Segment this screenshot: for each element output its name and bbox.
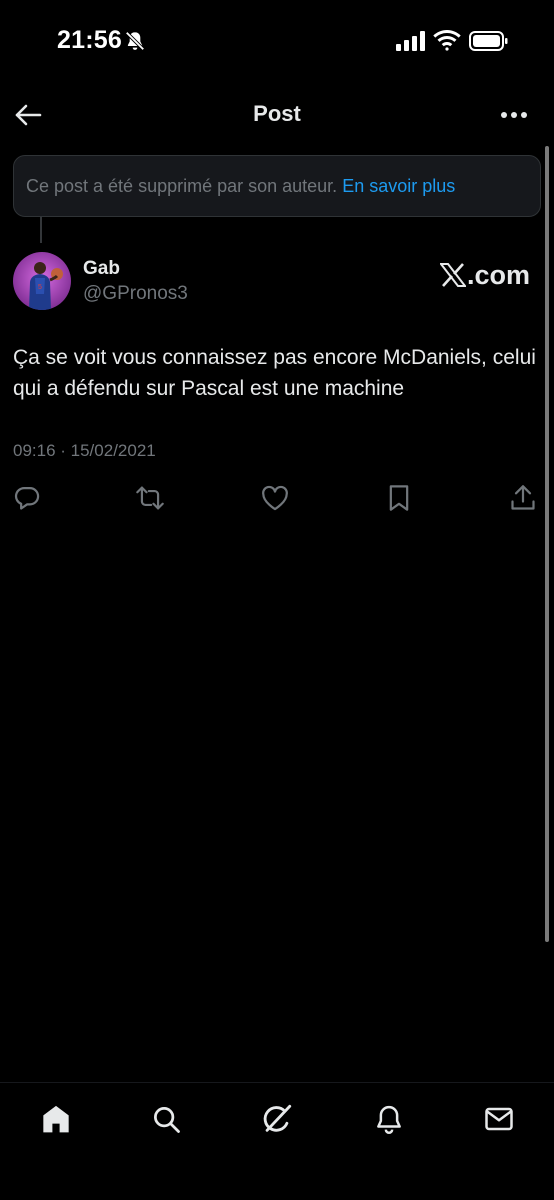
page-title: Post: [253, 101, 301, 126]
avatar[interactable]: 5: [13, 252, 71, 310]
signal-icon: [396, 31, 425, 51]
status-time: 21:56: [57, 26, 122, 54]
nav-header: Post: [0, 84, 554, 146]
repost-icon: [136, 486, 164, 510]
tab-notifications[interactable]: [369, 1099, 409, 1139]
author-name[interactable]: Gab: [83, 258, 120, 280]
reply-icon: [14, 486, 40, 510]
post-timestamp[interactable]: 09:16 · 15/02/2021: [13, 441, 156, 461]
thread-line: [40, 217, 42, 243]
reply-button[interactable]: [12, 482, 42, 514]
tab-home[interactable]: [36, 1099, 76, 1139]
battery-icon: [469, 31, 508, 51]
repost-button[interactable]: [135, 482, 165, 514]
search-icon: [154, 1107, 180, 1133]
like-icon: [262, 485, 288, 511]
messages-icon: [485, 1107, 513, 1131]
share-button[interactable]: [508, 482, 538, 514]
wifi-icon: [433, 30, 461, 51]
home-icon: [43, 1105, 69, 1133]
learn-more-link[interactable]: En savoir plus: [342, 176, 455, 197]
share-icon: [511, 485, 535, 510]
deleted-notice-text: Ce post a été supprimé par son auteur.: [26, 175, 338, 196]
x-com-text: .com: [467, 259, 531, 290]
bookmark-icon: [389, 485, 409, 511]
bottom-tab-bar: [0, 1082, 554, 1200]
x-com-logo: .com: [440, 258, 530, 292]
like-button[interactable]: [260, 482, 290, 514]
tab-search[interactable]: [146, 1099, 186, 1139]
notifications-icon: [377, 1105, 401, 1134]
bookmark-button[interactable]: [384, 482, 414, 514]
bell-off-icon: [125, 31, 145, 51]
tab-grok[interactable]: [257, 1099, 297, 1139]
avatar-image: 5: [13, 252, 71, 310]
x-logo-icon: [440, 263, 466, 287]
svg-text:5: 5: [38, 284, 42, 291]
more-icon: [501, 112, 527, 118]
grok-icon: [263, 1104, 292, 1132]
post-text: Ça se voit vous connaissez pas encore Mc…: [13, 346, 536, 400]
status-bar: 21:56: [0, 0, 554, 84]
author-handle[interactable]: @GPronos3: [83, 283, 188, 305]
post-actions: [0, 482, 554, 516]
tab-messages[interactable]: [479, 1099, 519, 1139]
more-options-button[interactable]: [496, 98, 532, 132]
scrollbar[interactable]: [545, 146, 549, 942]
deleted-post-notice: Ce post a été supprimé par son auteur. E…: [13, 155, 541, 217]
